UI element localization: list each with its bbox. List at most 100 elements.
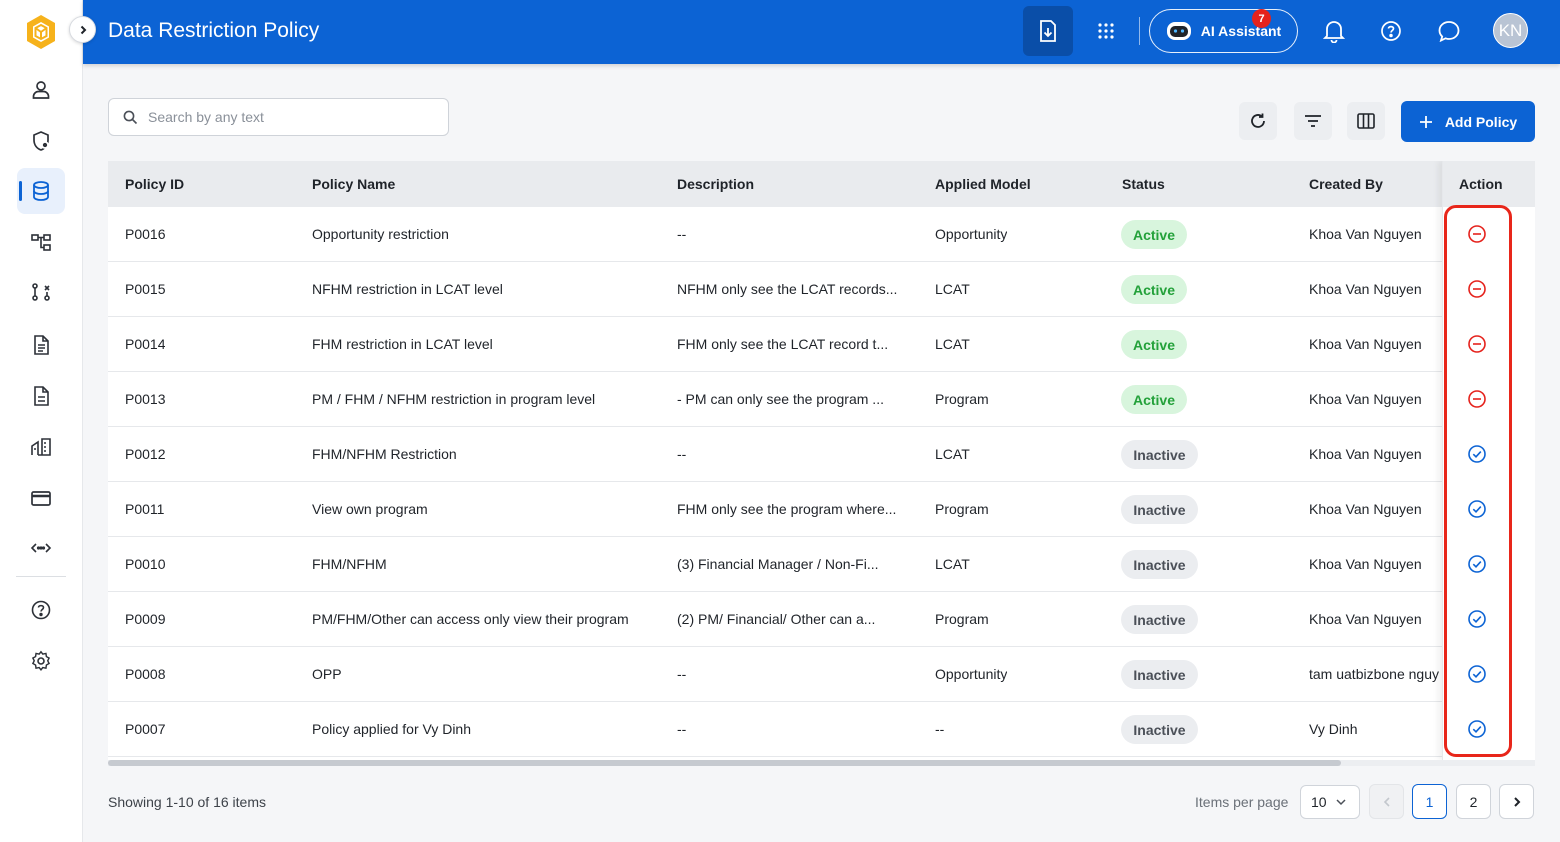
help-icon (31, 600, 51, 620)
activate-icon[interactable] (1467, 719, 1487, 739)
help-button[interactable] (1374, 14, 1408, 48)
cell-policy-name: FHM/NFHM (312, 556, 387, 572)
page-2-button[interactable]: 2 (1456, 784, 1491, 819)
cell-policy-name: NFHM restriction in LCAT level (312, 281, 503, 297)
cell-applied-model: Program (935, 501, 989, 517)
sidebar-expand-button[interactable] (69, 16, 96, 43)
filter-button[interactable] (1294, 102, 1332, 140)
nav-security[interactable] (17, 118, 65, 164)
col-policy-name[interactable]: Policy Name (312, 176, 395, 192)
nav-documents[interactable] (17, 322, 65, 368)
refresh-button[interactable] (1239, 102, 1277, 140)
col-created-by[interactable]: Created By (1309, 176, 1383, 192)
nav-data[interactable] (17, 168, 65, 214)
table-row[interactable]: P0010 FHM/NFHM (3) Financial Manager / Non… (108, 537, 1535, 592)
cell-created-by: Khoa Van Nguyen (1309, 226, 1422, 242)
cell-policy-id: P0009 (125, 611, 166, 627)
col-description[interactable]: Description (677, 176, 754, 192)
nav-user[interactable] (17, 67, 65, 113)
nav-settings[interactable] (17, 638, 65, 684)
bell-icon (1323, 21, 1345, 43)
nav-files[interactable] (17, 373, 65, 419)
card-icon (31, 491, 51, 506)
col-applied-model[interactable]: Applied Model (935, 176, 1031, 192)
cell-description: (3) Financial Manager / Non-Fi... (677, 556, 879, 572)
col-policy-id[interactable]: Policy ID (125, 176, 184, 192)
activate-icon[interactable] (1467, 554, 1487, 574)
status-badge: Inactive (1121, 660, 1198, 689)
refresh-icon (1251, 113, 1265, 128)
search-box[interactable] (108, 98, 449, 136)
cell-created-by: Khoa Van Nguyen (1309, 391, 1422, 407)
cell-applied-model: LCAT (935, 446, 970, 462)
messages-button[interactable] (1432, 14, 1466, 48)
items-per-page-select[interactable]: 10 (1300, 785, 1360, 819)
notification-badge: 7 (1252, 9, 1271, 28)
add-policy-label: Add Policy (1444, 113, 1518, 130)
nav-billing[interactable] (17, 475, 65, 521)
items-per-page-label: Items per page (1195, 794, 1289, 810)
settings-icon (31, 650, 51, 671)
table-row[interactable]: P0016 Opportunity restriction -- Opportunit… (108, 207, 1535, 262)
table-row[interactable]: P0015 NFHM restriction in LCAT level NFHM … (108, 262, 1535, 317)
deactivate-icon[interactable] (1467, 279, 1487, 299)
status-badge: Inactive (1121, 495, 1198, 524)
ai-assistant-label: AI Assistant (1200, 23, 1282, 39)
cell-created-by: Khoa Van Nguyen (1309, 556, 1422, 572)
table-row[interactable]: P0009 PM/FHM/Other can access only view t… (108, 592, 1535, 647)
robot-icon (1166, 22, 1191, 40)
apps-grid-icon (1098, 23, 1114, 39)
cell-applied-model: Program (935, 611, 989, 627)
add-policy-button[interactable]: Add Policy (1401, 101, 1535, 142)
search-input[interactable] (148, 109, 428, 125)
next-page-button[interactable] (1499, 784, 1534, 819)
top-header: Data Restriction Policy AI Assistant (83, 0, 1560, 64)
hierarchy-icon (31, 234, 51, 251)
user-icon (32, 81, 50, 99)
ai-assistant-button[interactable]: AI Assistant (1149, 9, 1298, 53)
chevron-down-icon (1336, 799, 1346, 806)
apps-button[interactable] (1090, 14, 1122, 48)
shield-icon (33, 131, 49, 151)
status-badge: Active (1121, 385, 1187, 414)
table-row[interactable]: P0007 Policy applied for Vy Dinh -- -- Vy Di… (108, 702, 1535, 757)
deactivate-icon[interactable] (1467, 224, 1487, 244)
cell-created-by: Khoa Van Nguyen (1309, 336, 1422, 352)
download-button[interactable] (1023, 6, 1073, 56)
nav-help[interactable] (17, 587, 65, 633)
table-row[interactable]: P0011 View own program FHM only see the pr… (108, 482, 1535, 537)
action-header: Action (1443, 161, 1535, 207)
deactivate-icon[interactable] (1467, 389, 1487, 409)
cell-policy-id: P0014 (125, 336, 166, 352)
user-avatar[interactable]: KN (1493, 13, 1528, 48)
nav-hierarchy[interactable] (17, 219, 65, 265)
activate-icon[interactable] (1467, 609, 1487, 629)
cell-description: (2) PM/ Financial/ Other can a... (677, 611, 876, 627)
table-row[interactable]: P0008 OPP -- Opportunity tam uatbizbone nguy… (108, 647, 1535, 702)
page-1-button[interactable]: 1 (1412, 784, 1447, 819)
sidebar (0, 0, 83, 842)
col-status[interactable]: Status (1122, 176, 1165, 192)
table-row[interactable]: P0012 FHM/NFHM Restriction -- LCAT Khoa Van … (108, 427, 1535, 482)
activate-icon[interactable] (1467, 444, 1487, 464)
cell-description: -- (677, 721, 687, 737)
activate-icon[interactable] (1467, 499, 1487, 519)
table-row[interactable]: P0013 PM / FHM / NFHM restriction in prog… (108, 372, 1535, 427)
sidebar-divider (16, 576, 66, 577)
notifications-button[interactable] (1317, 14, 1351, 48)
prev-page-button[interactable] (1369, 784, 1404, 819)
cell-created-by: Khoa Van Nguyen (1309, 281, 1422, 297)
cell-created-by: Khoa Van Nguyen (1309, 611, 1422, 627)
deactivate-icon[interactable] (1467, 334, 1487, 354)
nav-organization[interactable] (17, 424, 65, 470)
columns-button[interactable] (1347, 102, 1385, 140)
scrollbar-thumb[interactable] (108, 760, 1341, 766)
nav-workflow[interactable] (17, 269, 65, 315)
cell-description: -- (677, 666, 687, 682)
cell-applied-model: LCAT (935, 281, 970, 297)
app-logo-icon[interactable] (25, 14, 57, 50)
page-title: Data Restriction Policy (108, 19, 320, 42)
activate-icon[interactable] (1467, 664, 1487, 684)
table-row[interactable]: P0014 FHM restriction in LCAT level FHM on… (108, 317, 1535, 372)
nav-integration[interactable] (17, 525, 65, 571)
